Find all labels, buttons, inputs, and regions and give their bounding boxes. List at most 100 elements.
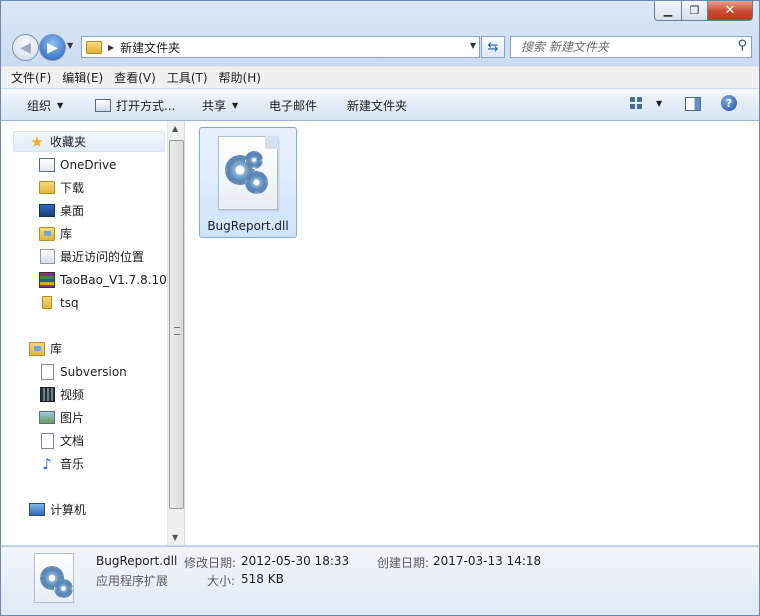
nav-item-label: TaoBao_V1.7.8.10_ [60, 272, 173, 287]
organize-button[interactable]: 组织 ▼ [27, 97, 63, 114]
nav-item-onedrive[interactable]: OneDrive [39, 154, 116, 175]
desktop-icon [39, 204, 55, 218]
share-label: 共享 [202, 99, 227, 113]
share-button[interactable]: 共享 ▼ [202, 97, 238, 114]
folder-icon [86, 40, 102, 54]
nav-favorites-label: 收藏夹 [50, 135, 87, 149]
nav-item-label: 视频 [60, 388, 85, 402]
chevron-down-icon: ▼ [57, 101, 64, 110]
nav-item-desktop[interactable]: 桌面 [39, 200, 84, 221]
email-label: 电子邮件 [269, 99, 318, 113]
details-created-label: 创建日期: [377, 556, 430, 570]
nav-item-label: 下载 [60, 181, 85, 195]
explorer-window: ▁ ❐ ✕ ◀ ▶ ▼ ▶ 新建文件夹 ▼ ⇆ ⚲ 文件(F) 编辑(E) 查看… [0, 0, 760, 616]
documents-library-icon [39, 432, 55, 449]
nav-item-subversion[interactable]: Subversion [39, 361, 127, 382]
open-with-label: 打开方式... [116, 99, 176, 113]
breadcrumb-current-folder[interactable]: 新建文件夹 [120, 39, 180, 56]
nav-libraries-label: 库 [50, 342, 63, 356]
nav-computer-label: 计算机 [50, 503, 87, 517]
nav-item-label: 桌面 [60, 204, 85, 218]
details-file-name: BugReport.dll [96, 554, 178, 568]
scrollbar-thumb[interactable] [169, 140, 184, 509]
onedrive-icon [39, 157, 55, 172]
menu-bar: 文件(F) 编辑(E) 查看(V) 工具(T) 帮助(H) [1, 66, 759, 88]
folder-icon [39, 296, 55, 310]
details-size-label: 大小: [207, 574, 236, 588]
nav-libraries[interactable]: 库 [29, 338, 62, 359]
details-modified-value: 2012-05-30 18:33 [241, 554, 350, 568]
nav-item-videos[interactable]: 视频 [39, 384, 84, 405]
menu-file[interactable]: 文件(F) [11, 69, 51, 86]
nav-favorites[interactable]: ★ 收藏夹 [29, 131, 86, 152]
library-icon [29, 341, 45, 356]
dll-gear-icon [218, 136, 278, 210]
video-library-icon [39, 387, 55, 402]
nav-item-recent-places[interactable]: 最近访问的位置 [39, 246, 144, 267]
nav-item-music[interactable]: ♪ 音乐 [39, 453, 84, 474]
nav-item-pictures[interactable]: 图片 [39, 407, 84, 428]
breadcrumb-chevron-icon[interactable]: ▶ [108, 43, 114, 52]
refresh-button[interactable]: ⇆ [481, 36, 505, 58]
open-with-icon [95, 99, 111, 112]
navigation-bar: ◀ ▶ ▼ ▶ 新建文件夹 ▼ ⇆ ⚲ [1, 29, 759, 63]
nav-item-tsq[interactable]: tsq [39, 292, 79, 313]
subversion-library-icon [39, 363, 55, 380]
chevron-down-icon[interactable]: ▼ [656, 99, 662, 108]
email-button[interactable]: 电子邮件 [269, 97, 317, 114]
preview-pane-button[interactable] [685, 97, 701, 111]
open-with-button[interactable]: 打开方式... [95, 97, 175, 114]
chevron-down-icon: ▼ [232, 101, 239, 110]
file-item[interactable]: BugReport.dll [199, 127, 297, 238]
details-size-value: 518 KB [241, 572, 284, 586]
menu-view[interactable]: 查看(V) [114, 69, 156, 86]
nav-item-downloads[interactable]: 下载 [39, 177, 84, 198]
nav-item-label: 音乐 [60, 457, 85, 471]
nav-item-documents[interactable]: 文档 [39, 430, 84, 451]
nav-item-label: 库 [60, 227, 73, 241]
menu-tools[interactable]: 工具(T) [167, 69, 208, 86]
search-box[interactable]: ⚲ [510, 36, 752, 58]
change-view-button[interactable]: ▼ [630, 97, 662, 109]
nav-item-label: 最近访问的位置 [60, 250, 145, 264]
nav-item-label: tsq [60, 295, 79, 310]
caption-buttons: ▁ ❐ ✕ [654, 1, 753, 21]
details-file-type: 应用程序扩展 [96, 574, 169, 588]
command-bar: 组织 ▼ 打开方式... 共享 ▼ 电子邮件 新建文件夹 ▼ ? [1, 89, 759, 121]
pictures-library-icon [39, 411, 55, 425]
star-icon: ★ [30, 132, 44, 151]
nav-item-label: OneDrive [60, 157, 117, 172]
new-folder-label: 新建文件夹 [347, 99, 408, 113]
nav-item-taobao[interactable]: TaoBao_V1.7.8.10_ [39, 269, 173, 290]
details-created-value: 2017-03-13 14:18 [433, 554, 542, 568]
nav-computer[interactable]: 计算机 [29, 499, 86, 520]
nav-item-library[interactable]: 库 [39, 223, 72, 244]
menu-edit[interactable]: 编辑(E) [62, 69, 103, 86]
help-button[interactable]: ? [721, 95, 737, 111]
nav-item-label: Subversion [60, 364, 127, 379]
scroll-down-arrow-icon[interactable]: ▼ [172, 533, 178, 542]
scroll-up-arrow-icon[interactable]: ▲ [172, 124, 178, 133]
nav-pane-scrollbar[interactable]: ▲ ▼ [167, 121, 185, 545]
details-pane: BugReport.dll 应用程序扩展 修改日期: 2012-05-30 18… [1, 546, 759, 615]
computer-icon [29, 503, 45, 517]
close-button[interactable]: ✕ [708, 1, 753, 21]
dll-gear-icon [34, 553, 74, 603]
recent-pages-dropdown[interactable]: ▼ [67, 41, 73, 50]
library-icon [39, 226, 55, 241]
forward-button[interactable]: ▶ [39, 34, 66, 61]
search-icon[interactable]: ⚲ [737, 38, 747, 53]
search-input[interactable] [519, 37, 733, 57]
new-folder-button[interactable]: 新建文件夹 [347, 97, 407, 114]
downloads-folder-icon [39, 181, 55, 195]
back-button[interactable]: ◀ [12, 34, 39, 61]
recent-places-icon [39, 249, 55, 264]
address-dropdown-icon[interactable]: ▼ [470, 41, 476, 50]
menu-help[interactable]: 帮助(H) [219, 69, 261, 86]
nav-item-label: 图片 [60, 411, 85, 425]
file-list-area[interactable]: BugReport.dll [185, 121, 759, 545]
address-bar[interactable]: ▶ 新建文件夹 ▼ [81, 36, 480, 58]
minimize-button[interactable]: ▁ [654, 1, 682, 21]
view-grid-icon [630, 97, 642, 109]
maximize-button[interactable]: ❐ [682, 1, 708, 21]
